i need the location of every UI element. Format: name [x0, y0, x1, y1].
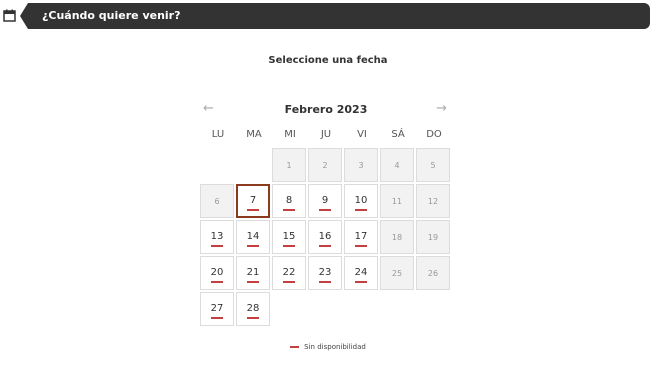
availability-underline [283, 245, 295, 247]
calendar-day-unavailable: 5 [416, 148, 450, 182]
day-number: 7 [249, 195, 257, 206]
next-month-arrow-icon[interactable]: → [436, 101, 447, 116]
calendar-blank-cell [200, 148, 234, 182]
day-number: 2 [322, 161, 328, 170]
day-number: 4 [394, 161, 400, 170]
calendar-day-available[interactable]: 8 [272, 184, 306, 218]
day-number: 19 [427, 233, 439, 242]
header-bar: ¿Cuándo quiere venir? [20, 3, 650, 29]
day-number: 15 [282, 231, 296, 242]
month-title: Febrero 2023 [284, 103, 368, 116]
calendar-grid: 1 2 3 4 5 6 7 8 9 10 11 12 13 14 15 16 17 18 19 20 21 22 23 24 2… [200, 148, 452, 328]
day-number: 28 [246, 303, 260, 314]
day-number: 14 [246, 231, 260, 242]
day-number: 13 [210, 231, 224, 242]
availability-underline [247, 209, 259, 211]
calendar-day-unavailable: 6 [200, 184, 234, 218]
day-number: 17 [354, 231, 368, 242]
day-number: 8 [285, 195, 293, 206]
day-number: 16 [318, 231, 332, 242]
day-number: 18 [391, 233, 403, 242]
day-number: 20 [210, 267, 224, 278]
availability-underline [247, 281, 259, 283]
weekday-label: LU [211, 129, 225, 140]
availability-underline [283, 281, 295, 283]
unavailable-marker-icon [290, 346, 300, 348]
calendar-day-unavailable: 12 [416, 184, 450, 218]
calendar-day-unavailable: 2 [308, 148, 342, 182]
calendar-day-selected[interactable]: 7 [236, 184, 270, 218]
calendar-day-available[interactable]: 21 [236, 256, 270, 290]
day-number: 9 [321, 195, 329, 206]
weekday-header-row: LU MA MI JU VI SÁ DO [200, 129, 452, 140]
calendar-day-unavailable: 11 [380, 184, 414, 218]
legend-label: Sin disponibilidad [304, 343, 366, 351]
availability-underline [319, 209, 331, 211]
availability-underline [319, 245, 331, 247]
weekday-label: DO [426, 129, 442, 140]
calendar-blank-cell [236, 148, 270, 182]
calendar-day-available[interactable]: 14 [236, 220, 270, 254]
calendar-day-unavailable: 18 [380, 220, 414, 254]
weekday-label: SÁ [391, 129, 405, 140]
day-number: 27 [210, 303, 224, 314]
day-number: 23 [318, 267, 332, 278]
calendar-day-available[interactable]: 9 [308, 184, 342, 218]
calendar-day-unavailable: 25 [380, 256, 414, 290]
calendar-day-available[interactable]: 10 [344, 184, 378, 218]
day-number: 25 [391, 269, 403, 278]
page-title: ¿Cuándo quiere venir? [42, 9, 181, 22]
day-number: 3 [358, 161, 364, 170]
legend: Sin disponibilidad [0, 343, 656, 351]
availability-underline [283, 209, 295, 211]
availability-underline [355, 281, 367, 283]
day-number: 24 [354, 267, 368, 278]
calendar-day-unavailable: 3 [344, 148, 378, 182]
calendar-icon [3, 9, 16, 22]
calendar-day-available[interactable]: 28 [236, 292, 270, 326]
availability-underline [355, 245, 367, 247]
availability-underline [355, 209, 367, 211]
day-number: 6 [214, 197, 220, 206]
calendar-day-available[interactable]: 22 [272, 256, 306, 290]
day-number: 10 [354, 195, 368, 206]
day-number: 5 [430, 161, 436, 170]
calendar-day-unavailable: 4 [380, 148, 414, 182]
calendar-day-available[interactable]: 23 [308, 256, 342, 290]
availability-underline [211, 317, 223, 319]
weekday-label: VI [357, 129, 367, 140]
day-number: 21 [246, 267, 260, 278]
calendar-day-unavailable: 19 [416, 220, 450, 254]
weekday-label: JU [320, 129, 332, 140]
calendar-day-available[interactable]: 20 [200, 256, 234, 290]
calendar-day-available[interactable]: 17 [344, 220, 378, 254]
weekday-label: MI [284, 129, 296, 140]
day-number: 1 [286, 161, 292, 170]
calendar-day-available[interactable]: 16 [308, 220, 342, 254]
calendar-day-unavailable: 26 [416, 256, 450, 290]
weekday-label: MA [246, 129, 262, 140]
availability-underline [211, 245, 223, 247]
calendar-day-available[interactable]: 15 [272, 220, 306, 254]
day-number: 12 [427, 197, 439, 206]
calendar-day-available[interactable]: 24 [344, 256, 378, 290]
calendar-day-available[interactable]: 13 [200, 220, 234, 254]
day-number: 26 [427, 269, 439, 278]
day-number: 11 [391, 197, 403, 206]
select-date-heading: Seleccione una fecha [268, 55, 388, 66]
availability-underline [319, 281, 331, 283]
availability-underline [247, 245, 259, 247]
calendar-day-available[interactable]: 27 [200, 292, 234, 326]
day-number: 22 [282, 267, 296, 278]
calendar-day-unavailable: 1 [272, 148, 306, 182]
availability-underline [211, 281, 223, 283]
availability-underline [247, 317, 259, 319]
